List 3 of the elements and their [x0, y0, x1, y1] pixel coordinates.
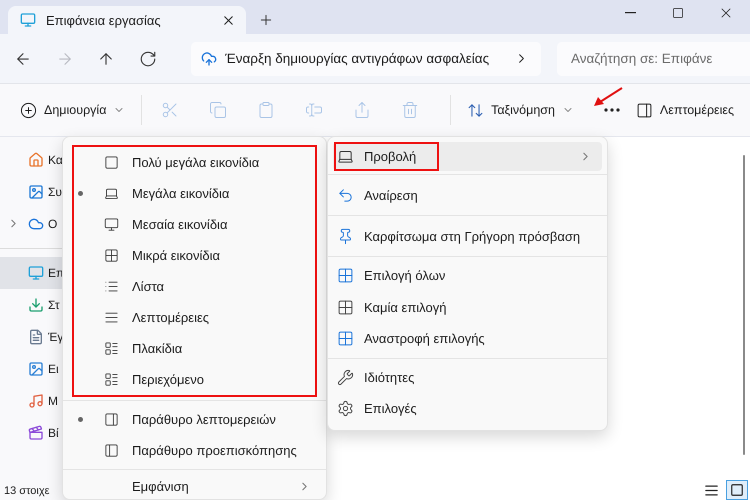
status-text: 13 στοιχε [4, 485, 50, 497]
address-text: Έναρξη δημιουργίας αντιγράφων ασφαλείας [225, 51, 490, 66]
tab-title: Επιφάνεια εργασίας [46, 12, 162, 28]
